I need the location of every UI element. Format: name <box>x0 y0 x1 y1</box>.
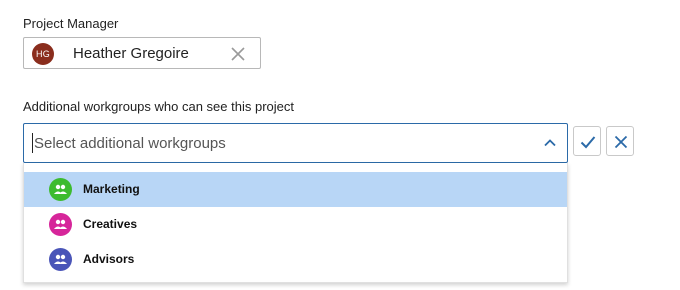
project-manager-name: Heather Gregoire <box>73 45 189 62</box>
workgroups-label: Additional workgroups who can see this p… <box>23 99 294 114</box>
option-marketing[interactable]: Marketing <box>24 172 567 207</box>
workgroups-dropdown: Marketing Creatives Advisors <box>23 163 568 283</box>
check-icon <box>580 136 596 149</box>
option-label: Advisors <box>83 252 135 266</box>
group-icon <box>49 178 72 201</box>
option-label: Marketing <box>83 182 140 196</box>
workgroups-select[interactable] <box>23 123 568 163</box>
workgroups-search-input[interactable] <box>32 133 514 153</box>
chevron-up-icon[interactable] <box>543 136 557 150</box>
confirm-button[interactable] <box>573 126 601 156</box>
workgroup-settings-panel: Project Manager HG Heather Gregoire Addi… <box>0 0 680 290</box>
project-manager-label: Project Manager <box>23 16 119 31</box>
cancel-button[interactable] <box>606 126 634 156</box>
option-label: Creatives <box>83 217 138 231</box>
project-manager-field[interactable]: HG Heather Gregoire <box>23 37 261 69</box>
option-advisors[interactable]: Advisors <box>24 242 567 277</box>
group-icon <box>49 248 72 271</box>
avatar: HG <box>32 43 54 65</box>
clear-icon[interactable] <box>230 46 246 62</box>
option-creatives[interactable]: Creatives <box>24 207 567 242</box>
group-icon <box>49 213 72 236</box>
close-icon <box>614 135 628 149</box>
